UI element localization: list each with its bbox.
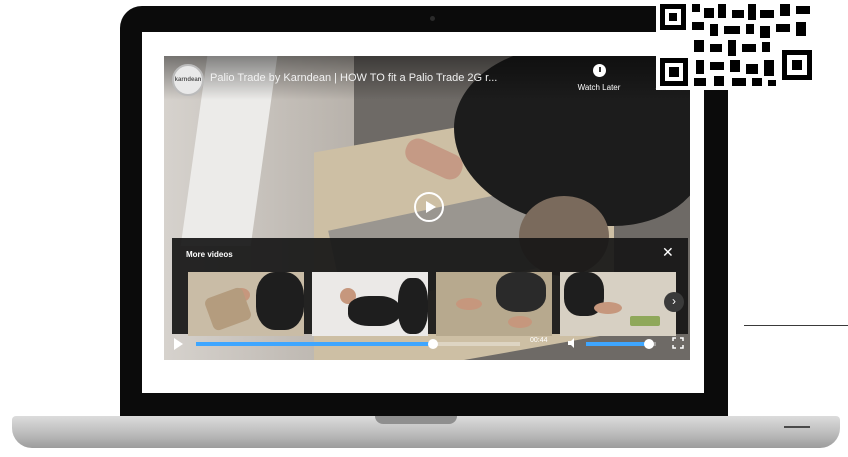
channel-logo-text: karndean — [174, 77, 202, 83]
progress-fill — [196, 342, 433, 346]
related-videos-strip — [188, 272, 678, 336]
more-videos-panel: More videos ✕ › — [172, 238, 688, 336]
watch-later-button[interactable]: Watch Later — [568, 64, 630, 92]
play-button[interactable] — [174, 338, 183, 350]
volume-handle[interactable] — [644, 339, 654, 349]
channel-avatar[interactable]: karndean — [172, 64, 204, 96]
clock-icon — [592, 64, 606, 77]
progress-bar[interactable] — [196, 339, 520, 349]
time-display: 00:44 — [530, 337, 548, 344]
related-video-thumbnail[interactable] — [436, 272, 552, 336]
video-title[interactable]: Palio Trade by Karndean | HOW TO fit a P… — [210, 72, 540, 84]
webcam-icon — [430, 16, 435, 21]
related-video-thumbnail[interactable] — [312, 272, 428, 336]
more-videos-label: More videos — [186, 250, 233, 259]
related-video-thumbnail[interactable] — [188, 272, 304, 336]
center-play-button[interactable] — [414, 192, 444, 222]
watch-later-label: Watch Later — [577, 83, 621, 92]
related-video-thumbnail[interactable] — [560, 272, 676, 336]
power-indicator — [784, 426, 810, 428]
progress-scrubber[interactable] — [427, 339, 438, 349]
video-player[interactable]: karndean Palio Trade by Karndean | HOW T… — [164, 56, 690, 360]
volume-icon[interactable] — [568, 338, 578, 348]
callout-line — [744, 325, 848, 326]
fullscreen-icon[interactable] — [672, 337, 684, 349]
next-videos-button[interactable]: › — [664, 292, 684, 312]
close-more-videos-button[interactable]: ✕ — [662, 244, 674, 261]
player-controls: 00:44 — [164, 332, 690, 360]
laptop-notch — [375, 416, 457, 424]
qr-code — [656, 0, 818, 90]
volume-slider[interactable] — [586, 339, 656, 349]
volume-fill — [586, 342, 649, 346]
